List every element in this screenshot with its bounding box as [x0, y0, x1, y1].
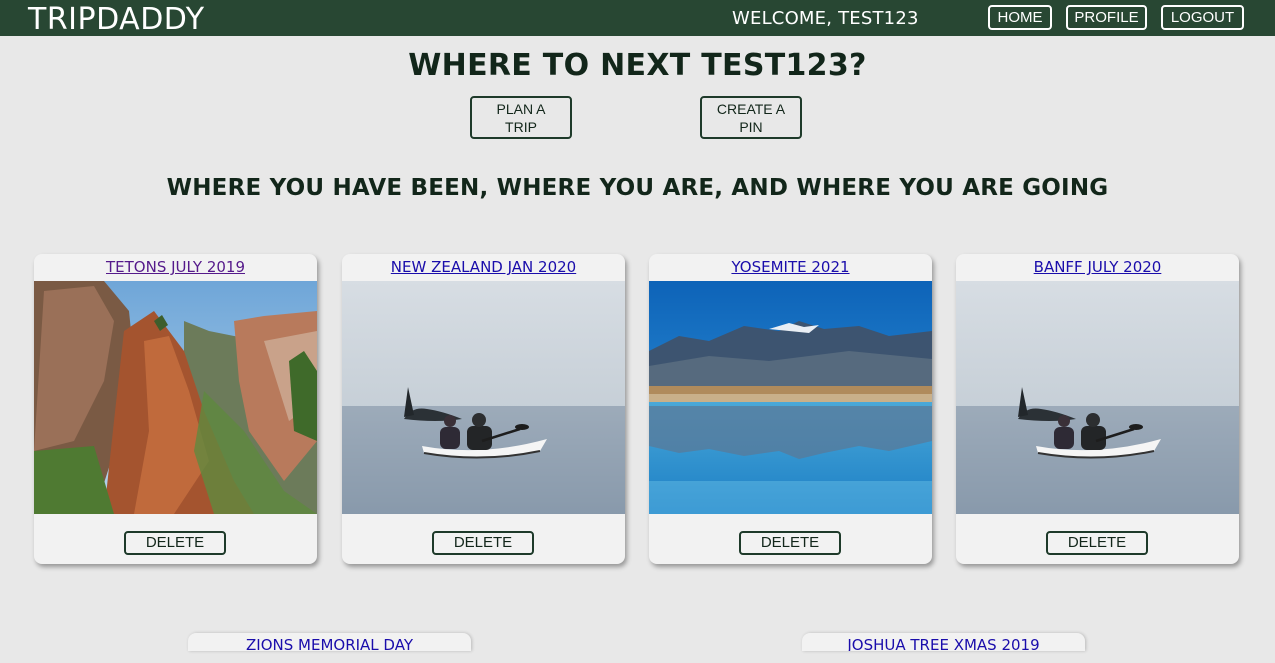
welcome-message: WELCOME, TEST123 — [732, 8, 919, 29]
create-pin-button[interactable]: CREATE A PIN — [700, 96, 802, 139]
trip-card: YOSEMITE 2021 DELETE — [649, 254, 932, 564]
trip-title-link[interactable]: TETONS JULY 2019 — [34, 258, 317, 277]
delete-trip-button[interactable]: DELETE — [1046, 531, 1148, 555]
trips-section-heading: WHERE YOU HAVE BEEN, WHERE YOU ARE, AND … — [166, 175, 1109, 201]
trip-title-link[interactable]: JOSHUA TREE XMAS 2019 — [802, 636, 1085, 651]
trip-card: BANFF JULY 2020 DELETE — [956, 254, 1239, 564]
delete-trip-button[interactable]: DELETE — [432, 531, 534, 555]
trip-title-link[interactable]: ZIONS MEMORIAL DAY — [188, 636, 471, 651]
trip-card: ZIONS MEMORIAL DAY — [188, 633, 471, 651]
brand-logo[interactable]: TRIPDADDY — [28, 3, 205, 37]
trip-card: TETONS JULY 2019 DELETE — [34, 254, 317, 564]
delete-trip-button[interactable]: DELETE — [739, 531, 841, 555]
trip-photo — [342, 281, 625, 514]
trip-card: JOSHUA TREE XMAS 2019 — [802, 633, 1085, 651]
trip-title-link[interactable]: BANFF JULY 2020 — [956, 258, 1239, 277]
profile-button[interactable]: PROFILE — [1066, 5, 1147, 30]
page-title: WHERE TO NEXT TEST123? — [408, 48, 867, 83]
trip-title-link[interactable]: YOSEMITE 2021 — [649, 258, 932, 277]
plan-trip-button[interactable]: PLAN A TRIP — [470, 96, 572, 139]
top-navbar: TRIPDADDY WELCOME, TEST123 HOME PROFILE … — [0, 0, 1275, 37]
home-button[interactable]: HOME — [988, 5, 1052, 30]
trip-photo — [956, 281, 1239, 514]
trip-photo — [34, 281, 317, 514]
trip-photo — [649, 281, 932, 514]
trip-title-link[interactable]: NEW ZEALAND JAN 2020 — [342, 258, 625, 277]
logout-button[interactable]: LOGOUT — [1161, 5, 1244, 30]
delete-trip-button[interactable]: DELETE — [124, 531, 226, 555]
trip-card: NEW ZEALAND JAN 2020 DELETE — [342, 254, 625, 564]
